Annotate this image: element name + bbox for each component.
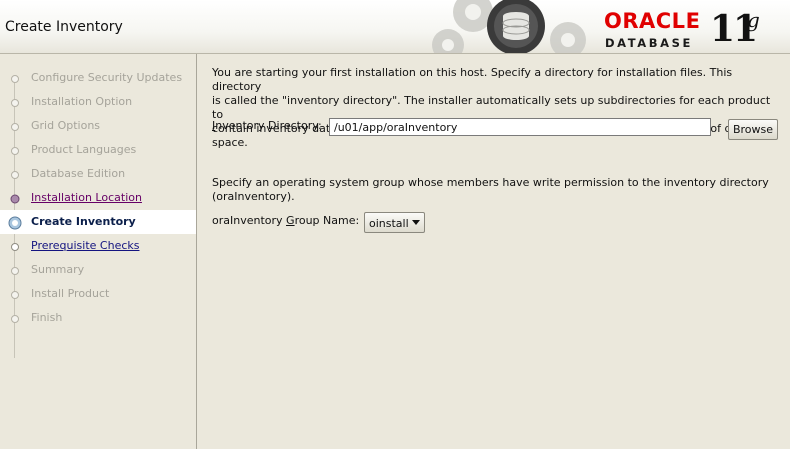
step-prerequisite-checks[interactable]: Prerequisite Checks bbox=[0, 234, 196, 258]
step-label: Summary bbox=[31, 263, 85, 276]
mnemonic: G bbox=[286, 214, 295, 227]
step-label: Prerequisite Checks bbox=[31, 239, 140, 252]
group-line: Specify an operating system group whose … bbox=[212, 176, 769, 189]
step-installation-location[interactable]: Installation Location bbox=[0, 186, 196, 210]
step-installation-option: Installation Option bbox=[0, 90, 196, 114]
step-status-icon bbox=[11, 147, 19, 155]
step-create-inventory: Create Inventory bbox=[0, 210, 196, 234]
step-database-edition: Database Edition bbox=[0, 162, 196, 186]
step-status-icon bbox=[8, 216, 22, 230]
group-name-select[interactable]: oinstall bbox=[364, 212, 425, 233]
step-label: Database Edition bbox=[31, 167, 126, 180]
step-label: Configure Security Updates bbox=[31, 71, 183, 84]
group-line: (oraInventory). bbox=[212, 190, 295, 203]
step-status-icon bbox=[11, 123, 19, 131]
step-summary: Summary bbox=[0, 258, 196, 282]
group-selected-value: oinstall bbox=[369, 217, 409, 230]
step-label: Installation Option bbox=[31, 95, 133, 108]
group-text: Specify an operating system group whose … bbox=[212, 176, 778, 204]
header-banner: Create Inventory ORACLE DATABASE 11 g bbox=[0, 0, 790, 54]
step-label: Installation Location bbox=[31, 191, 142, 204]
intro-text: You are starting your first installation… bbox=[212, 66, 778, 150]
step-label: Product Languages bbox=[31, 143, 137, 156]
dropdown-arrow-icon bbox=[412, 220, 420, 225]
step-status-icon bbox=[11, 267, 19, 275]
step-label: Create Inventory bbox=[31, 215, 136, 228]
step-label: Grid Options bbox=[31, 119, 101, 132]
label-text: nventory Directory: bbox=[215, 119, 322, 132]
step-status-icon bbox=[11, 99, 19, 107]
group-name-label: oraInventory Group Name: bbox=[212, 214, 359, 227]
step-status-icon bbox=[11, 243, 19, 251]
step-status-icon bbox=[11, 315, 19, 323]
database-wordmark: DATABASE bbox=[605, 36, 694, 50]
step-finish: Finish bbox=[0, 306, 196, 330]
step-grid-options: Grid Options bbox=[0, 114, 196, 138]
version-suffix: g bbox=[747, 8, 760, 32]
step-status-icon bbox=[11, 291, 19, 299]
oracle-logo: ORACLE bbox=[604, 9, 701, 33]
step-status-icon bbox=[10, 194, 20, 204]
page-title: Create Inventory bbox=[5, 19, 123, 35]
step-install-product: Install Product bbox=[0, 282, 196, 306]
step-status-icon bbox=[11, 75, 19, 83]
step-configure-security-updates: Configure Security Updates bbox=[0, 66, 196, 90]
label-text: roup Name: bbox=[294, 214, 360, 227]
label-text: oraInventory bbox=[212, 214, 287, 227]
gears-graphic bbox=[432, 0, 586, 53]
intro-line: You are starting your first installation… bbox=[212, 66, 733, 93]
inventory-directory-input[interactable] bbox=[329, 118, 711, 136]
inventory-directory-label: Inventory Directory: bbox=[212, 119, 322, 132]
step-status-icon bbox=[11, 171, 19, 179]
browse-button[interactable]: Browse bbox=[728, 119, 778, 140]
step-label: Install Product bbox=[31, 287, 110, 300]
step-navigation: Configure Security Updates Installation O… bbox=[0, 54, 197, 449]
step-label: Finish bbox=[31, 311, 63, 324]
step-product-languages: Product Languages bbox=[0, 138, 196, 162]
